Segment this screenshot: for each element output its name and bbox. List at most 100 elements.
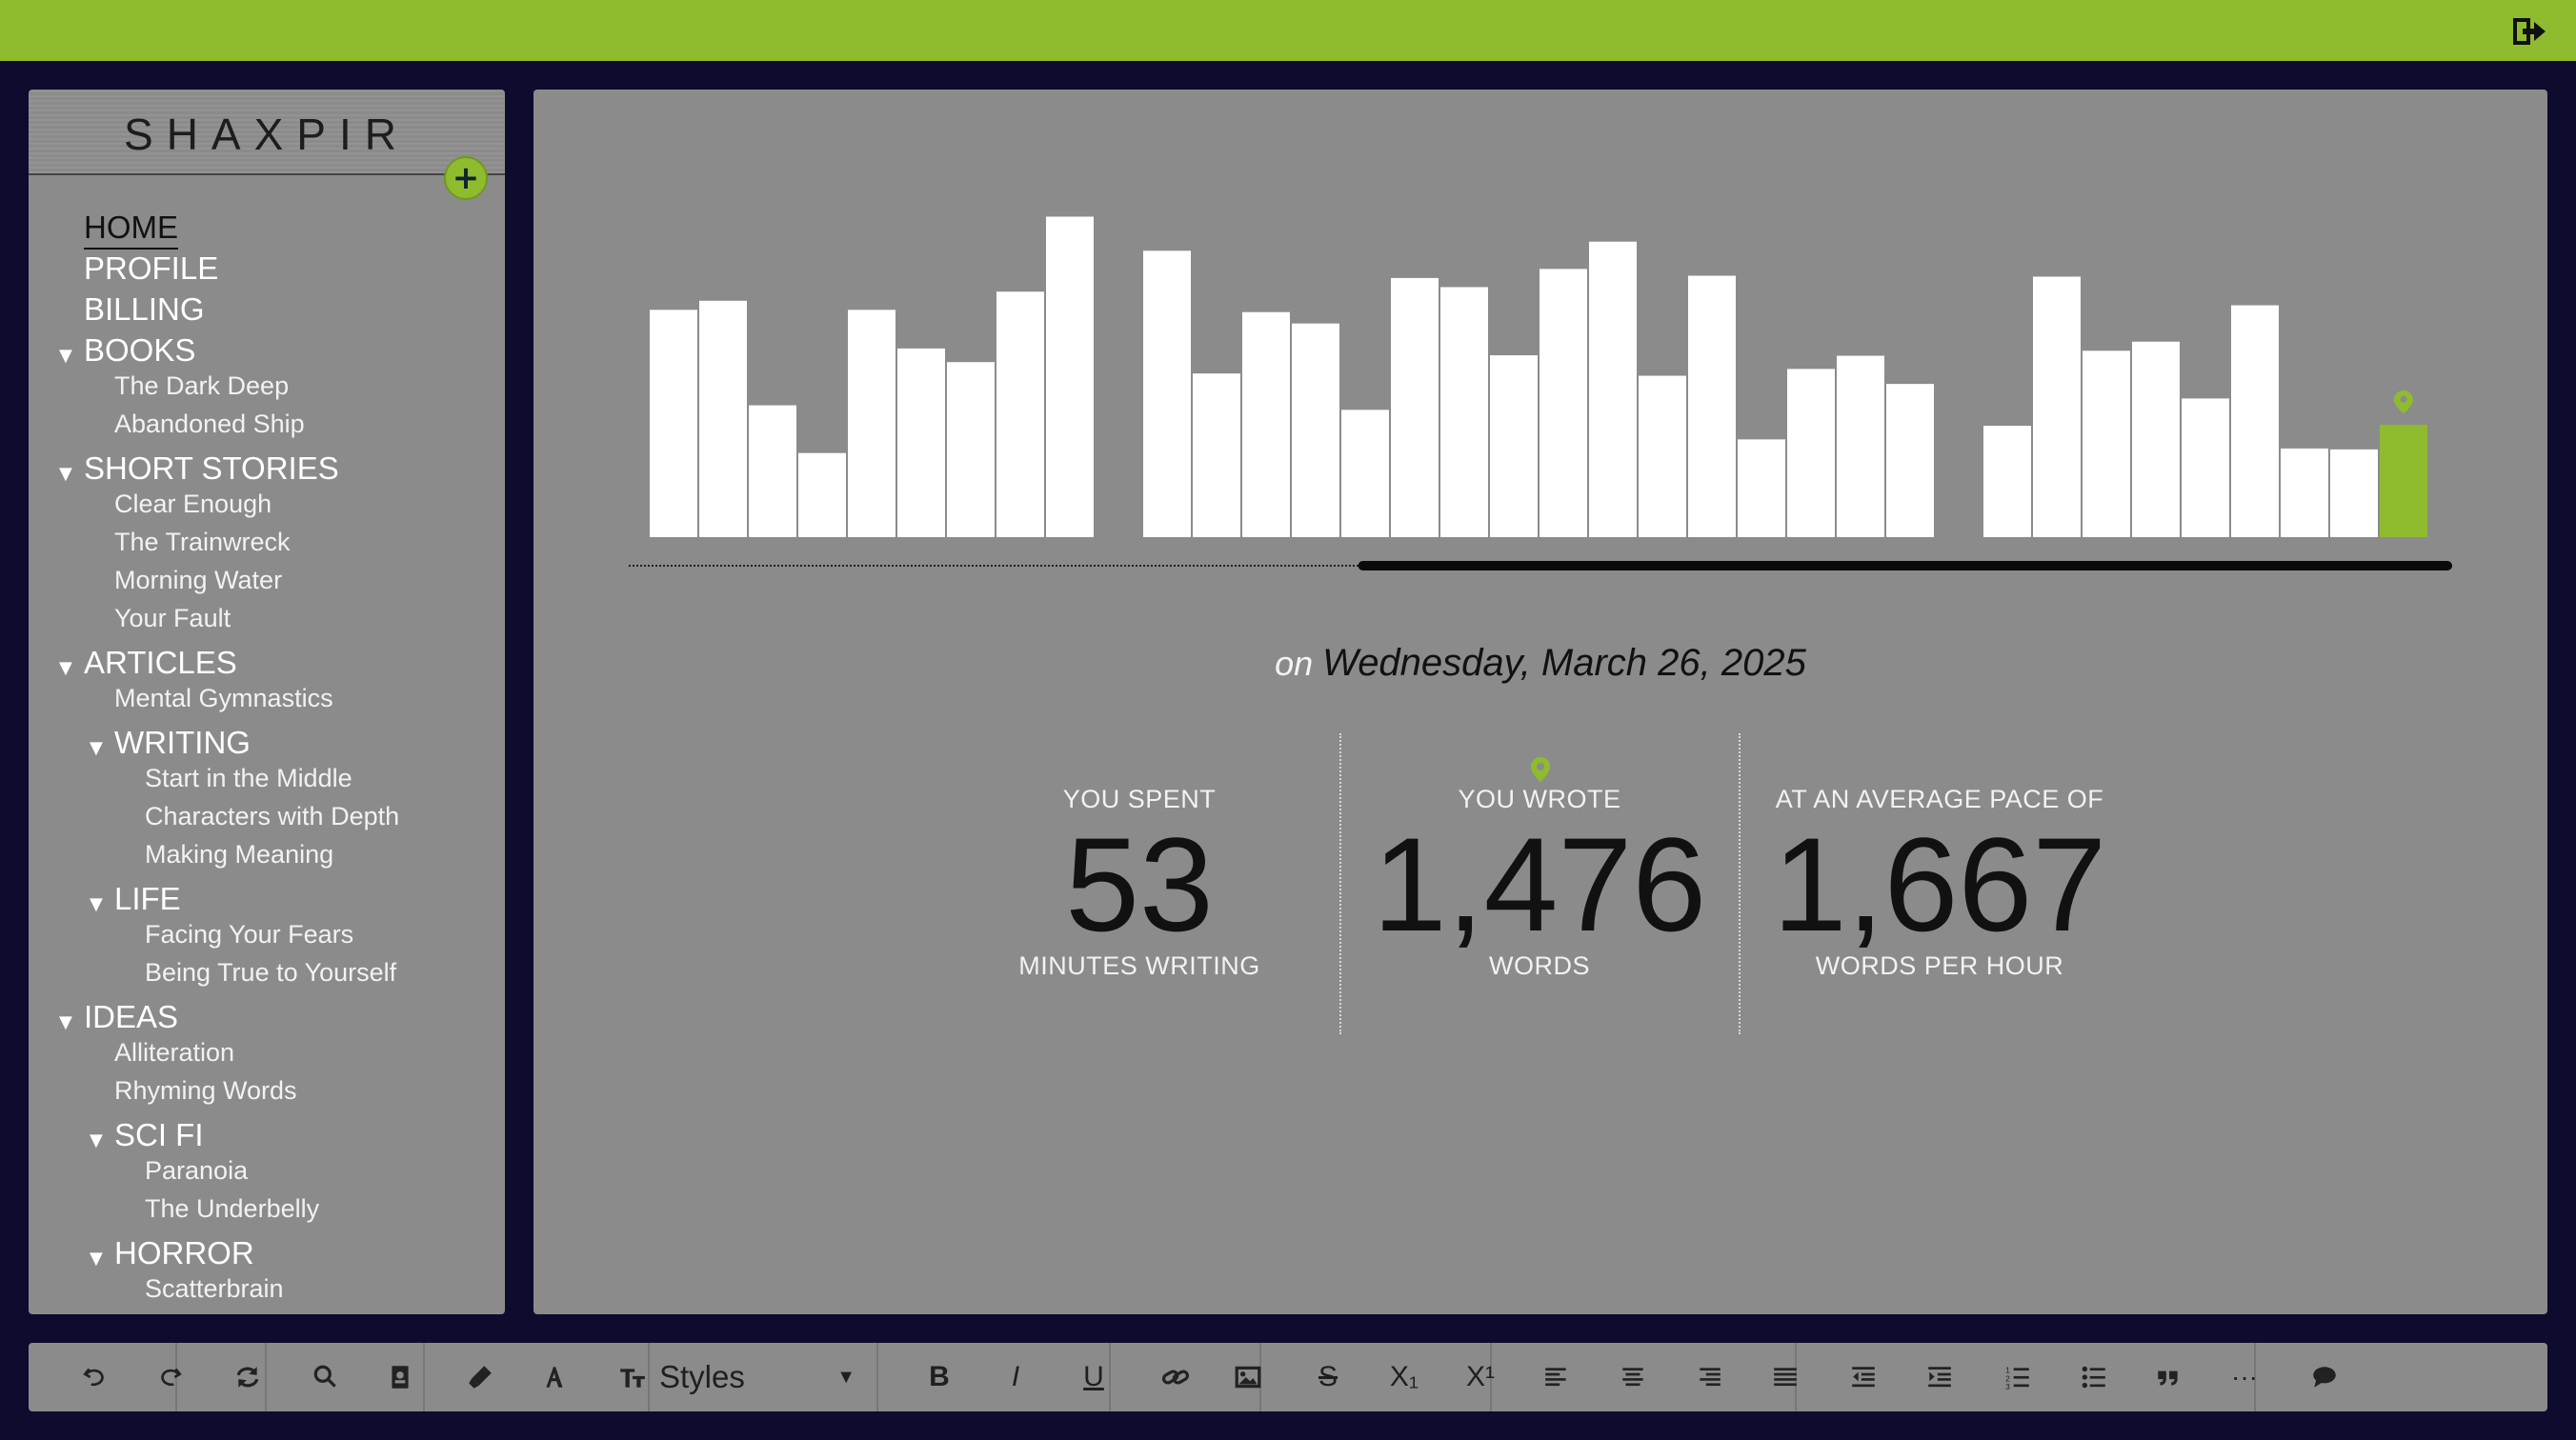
- expand-triangle-icon[interactable]: ▼: [90, 1130, 103, 1150]
- sidebar-item-clear-enough[interactable]: Clear Enough: [114, 490, 272, 519]
- sidebar-item-facing-your-fears[interactable]: Facing Your Fears: [145, 920, 353, 950]
- font-color-button[interactable]: [526, 1343, 583, 1411]
- chart-bar[interactable]: [1886, 384, 1934, 537]
- chart-bar[interactable]: [798, 452, 846, 537]
- expand-triangle-icon[interactable]: ▼: [59, 658, 72, 678]
- sidebar-item-ideas[interactable]: IDEAS: [84, 999, 178, 1035]
- chart-bar[interactable]: [996, 291, 1044, 537]
- expand-triangle-icon[interactable]: ▼: [90, 1249, 103, 1269]
- ordered-list-button[interactable]: 123: [1989, 1343, 2046, 1411]
- chart-bar[interactable]: [1292, 323, 1339, 537]
- expand-triangle-icon[interactable]: ▼: [90, 738, 103, 758]
- sidebar-item-being-true-to-yourself[interactable]: Being True to Yourself: [145, 958, 396, 988]
- chart-bar[interactable]: [1046, 216, 1094, 538]
- sidebar-item-characters-with-depth[interactable]: Characters with Depth: [145, 802, 399, 831]
- strikethrough-button[interactable]: S: [1299, 1343, 1357, 1411]
- sidebar-item-profile[interactable]: PROFILE: [84, 250, 218, 287]
- logout-button[interactable]: [2513, 17, 2547, 46]
- sidebar-item-horror[interactable]: HORROR: [114, 1235, 254, 1271]
- chart-bar[interactable]: [1589, 241, 1637, 537]
- sidebar-item-paranoia[interactable]: Paranoia: [145, 1156, 248, 1186]
- sidebar-item-billing[interactable]: BILLING: [84, 291, 205, 328]
- sidebar-item-life[interactable]: LIFE: [114, 881, 181, 917]
- chart-bar[interactable]: [947, 362, 995, 537]
- chart-bar[interactable]: [2182, 398, 2229, 537]
- redo-button[interactable]: [141, 1343, 198, 1411]
- chart-bar[interactable]: [1837, 355, 1884, 537]
- chart-bar[interactable]: [1242, 311, 1290, 537]
- chart-bar[interactable]: [848, 310, 896, 537]
- image-button[interactable]: [1219, 1343, 1277, 1411]
- chart-bar[interactable]: [1193, 373, 1240, 537]
- chart-bar[interactable]: [1738, 439, 1785, 537]
- chart-bar[interactable]: [2132, 341, 2180, 537]
- chart-bar[interactable]: [1688, 275, 1736, 537]
- align-justify-button[interactable]: [1757, 1343, 1814, 1411]
- chart-bar-selected[interactable]: [2380, 425, 2427, 537]
- align-right-button[interactable]: [1680, 1343, 1738, 1411]
- sidebar-item-the-dark-deep[interactable]: The Dark Deep: [114, 371, 289, 401]
- chart-bar[interactable]: [749, 405, 796, 537]
- link-button[interactable]: [1147, 1343, 1204, 1411]
- expand-triangle-icon[interactable]: ▼: [59, 464, 72, 484]
- bullet-list-button[interactable]: [2065, 1343, 2123, 1411]
- chart-bar[interactable]: [1341, 410, 1389, 537]
- chart-bar[interactable]: [1490, 355, 1538, 537]
- sidebar-item-making-meaning[interactable]: Making Meaning: [145, 840, 333, 870]
- chart-bar[interactable]: [2033, 276, 2081, 537]
- comment-button[interactable]: [2296, 1343, 2353, 1411]
- chart-bar[interactable]: [1143, 250, 1191, 537]
- align-center-button[interactable]: [1604, 1343, 1661, 1411]
- sidebar-item-home[interactable]: HOME: [84, 210, 178, 250]
- sidebar-item-short-stories[interactable]: SHORT STORIES: [84, 450, 339, 487]
- align-left-button[interactable]: [1528, 1343, 1585, 1411]
- outdent-button[interactable]: [1835, 1343, 1892, 1411]
- subscript-button[interactable]: X₁: [1376, 1343, 1433, 1411]
- chart-bar[interactable]: [1787, 369, 1835, 537]
- more-button[interactable]: ···: [2216, 1343, 2273, 1411]
- sync-button[interactable]: [219, 1343, 276, 1411]
- styles-dropdown[interactable]: Styles ▼: [648, 1343, 867, 1411]
- sidebar-item-rhyming-words[interactable]: Rhyming Words: [114, 1076, 297, 1106]
- chart-bar[interactable]: [2330, 449, 2378, 537]
- sidebar-item-the-underbelly[interactable]: The Underbelly: [145, 1194, 319, 1224]
- blockquote-button[interactable]: [2140, 1343, 2197, 1411]
- bold-button[interactable]: B: [911, 1343, 968, 1411]
- sidebar-item-abandoned-ship[interactable]: Abandoned Ship: [114, 410, 305, 439]
- sidebar-item-sci-fi[interactable]: SCI FI: [114, 1117, 204, 1153]
- sidebar-item-scatterbrain[interactable]: Scatterbrain: [145, 1274, 284, 1304]
- add-document-button[interactable]: +: [444, 156, 488, 200]
- chart-bar[interactable]: [2083, 350, 2130, 537]
- expand-triangle-icon[interactable]: ▼: [59, 346, 72, 366]
- dictionary-button[interactable]: [372, 1343, 429, 1411]
- underline-button[interactable]: U: [1065, 1343, 1122, 1411]
- chart-bar[interactable]: [1639, 375, 1686, 537]
- chart-bar[interactable]: [1391, 277, 1439, 537]
- indent-button[interactable]: [1911, 1343, 1968, 1411]
- chart-bar[interactable]: [897, 348, 945, 537]
- sidebar-item-books[interactable]: BOOKS: [84, 332, 195, 369]
- font-size-button[interactable]: [604, 1343, 661, 1411]
- sidebar-item-articles[interactable]: ARTICLES: [84, 645, 237, 681]
- sidebar-item-your-fault[interactable]: Your Fault: [114, 604, 231, 633]
- chart-bar[interactable]: [699, 300, 747, 537]
- sidebar-item-the-trainwreck[interactable]: The Trainwreck: [114, 528, 291, 557]
- sidebar-item-start-in-the-middle[interactable]: Start in the Middle: [145, 764, 352, 793]
- chart-bar[interactable]: [1540, 269, 1587, 537]
- italic-button[interactable]: I: [987, 1343, 1044, 1411]
- chart-bar[interactable]: [1983, 426, 2031, 537]
- sidebar-item-mental-gymnastics[interactable]: Mental Gymnastics: [114, 684, 333, 713]
- sidebar-item-writing[interactable]: WRITING: [114, 725, 251, 761]
- chart-bar[interactable]: [650, 310, 697, 537]
- chart-bar[interactable]: [2281, 448, 2328, 537]
- expand-triangle-icon[interactable]: ▼: [90, 894, 103, 914]
- chart-bar[interactable]: [1440, 287, 1488, 537]
- highlight-button[interactable]: [452, 1343, 509, 1411]
- chart-bar[interactable]: [2231, 305, 2279, 537]
- superscript-button[interactable]: X¹: [1452, 1343, 1509, 1411]
- expand-triangle-icon[interactable]: ▼: [59, 1012, 72, 1032]
- sidebar-item-alliteration[interactable]: Alliteration: [114, 1038, 234, 1068]
- search-button[interactable]: [297, 1343, 354, 1411]
- timeline-scrollbar-thumb[interactable]: [1358, 561, 2452, 570]
- sidebar-item-morning-water[interactable]: Morning Water: [114, 566, 282, 595]
